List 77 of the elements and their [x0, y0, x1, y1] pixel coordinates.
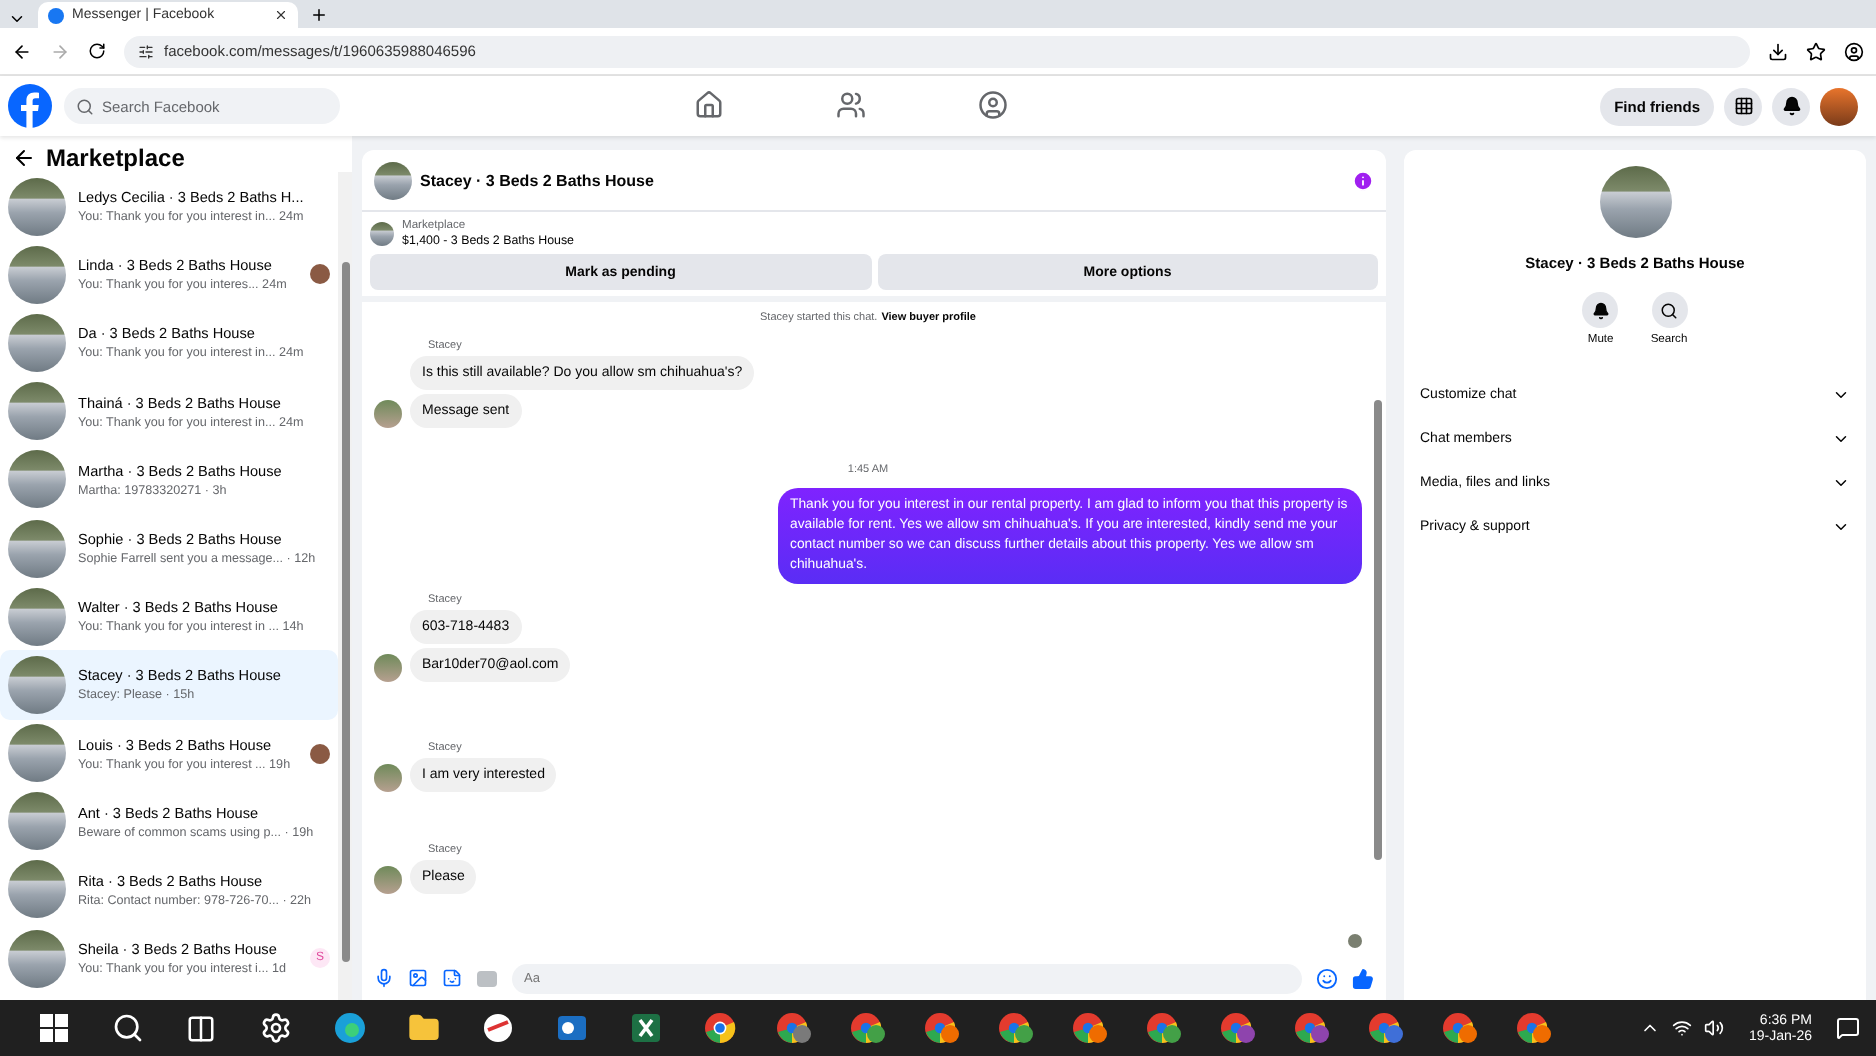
- star-icon[interactable]: [1806, 41, 1826, 61]
- photo-placeholder: [8, 655, 66, 714]
- photo-placeholder: [8, 929, 66, 988]
- photo-placeholder: [8, 519, 66, 578]
- scrollbar[interactable]: [338, 172, 352, 1000]
- close-icon[interactable]: [274, 8, 288, 22]
- photo-placeholder: [8, 450, 66, 509]
- photo-placeholder: [8, 177, 66, 236]
- thumbs-up-icon[interactable]: [1352, 967, 1374, 989]
- profile-icon[interactable]: [1844, 41, 1864, 61]
- browser-profile-icon[interactable]: [849, 1012, 885, 1044]
- browser-profile-icon[interactable]: [775, 1012, 811, 1044]
- photo-placeholder: [8, 587, 66, 646]
- browser-profile-icon[interactable]: [1293, 1012, 1329, 1044]
- photo-placeholder: [374, 161, 412, 199]
- search-icon: [1660, 301, 1678, 319]
- site-settings-icon[interactable]: [138, 43, 154, 59]
- browser-profile-icon[interactable]: [1145, 1012, 1181, 1044]
- mail-app-icon[interactable]: [555, 1012, 587, 1044]
- browser-profile-icon[interactable]: [1071, 1012, 1107, 1044]
- browser-profile-icon[interactable]: [1515, 1012, 1551, 1044]
- avatar-photo: [374, 764, 402, 792]
- seen-avatar: [310, 264, 330, 285]
- sticker-icon[interactable]: [442, 968, 462, 988]
- photo-placeholder: [8, 792, 66, 851]
- photo-placeholder: [8, 245, 66, 304]
- avatar-photo: [374, 654, 402, 682]
- search-icon[interactable]: [111, 1012, 143, 1044]
- groups-nav-icon[interactable]: [977, 89, 1008, 123]
- gear-icon[interactable]: [259, 1012, 291, 1044]
- photo-placeholder: [8, 724, 66, 783]
- folder-icon[interactable]: [407, 1012, 439, 1044]
- seen-avatar: [1348, 934, 1362, 948]
- download-icon[interactable]: [1768, 41, 1788, 61]
- task-view-icon[interactable]: [186, 1013, 216, 1043]
- wifi-icon[interactable]: [1672, 1018, 1693, 1038]
- bell-icon: [1591, 301, 1610, 319]
- browser-profile-icon[interactable]: [997, 1012, 1033, 1044]
- back-icon[interactable]: [12, 41, 32, 61]
- spreadsheet-app-icon[interactable]: [629, 1012, 661, 1044]
- avatar-photo: [374, 400, 402, 428]
- photo-placeholder: [370, 222, 394, 246]
- friends-nav-icon[interactable]: [835, 89, 866, 123]
- speaker-icon[interactable]: [1704, 1018, 1725, 1038]
- new-tab-icon[interactable]: [310, 6, 328, 24]
- microphone-icon[interactable]: [374, 968, 394, 988]
- info-icon[interactable]: [1352, 169, 1374, 191]
- browser-profile-icon[interactable]: [1441, 1012, 1477, 1044]
- chat-title: Stacey · 3 Beds 2 Baths House: [420, 171, 656, 189]
- notifications-button[interactable]: [1772, 87, 1810, 125]
- image-icon[interactable]: [408, 968, 428, 988]
- panel-title: Marketplace: [46, 144, 185, 172]
- bell-icon: [1781, 96, 1801, 116]
- search-icon: [76, 97, 94, 115]
- seen-avatar: [310, 743, 330, 764]
- tab-list-icon[interactable]: [8, 10, 26, 28]
- browser-profile-icon[interactable]: [923, 1012, 959, 1044]
- reload-icon[interactable]: [88, 42, 106, 60]
- menu-button[interactable]: [1724, 87, 1762, 125]
- windows-icon[interactable]: [39, 1014, 67, 1042]
- notifications-icon[interactable]: [1836, 1016, 1860, 1040]
- home-nav-icon[interactable]: [693, 89, 724, 123]
- photo-placeholder: [8, 382, 66, 441]
- emoji-icon[interactable]: [1316, 967, 1338, 989]
- back-icon[interactable]: [12, 146, 36, 170]
- browser-icon[interactable]: [333, 1012, 365, 1044]
- browser-profile-icon[interactable]: [1367, 1012, 1403, 1044]
- photo-placeholder: [8, 313, 66, 372]
- mute-button[interactable]: [1582, 292, 1619, 328]
- photo-placeholder: [8, 860, 66, 919]
- profile-avatar[interactable]: [1820, 87, 1858, 125]
- browser-profile-icon[interactable]: [1219, 1012, 1255, 1044]
- avatar-photo: [374, 866, 402, 894]
- search-button[interactable]: [1651, 292, 1687, 328]
- grid-icon: [1733, 96, 1753, 116]
- photo-placeholder: [1599, 166, 1671, 238]
- browser-icon[interactable]: [703, 1012, 735, 1044]
